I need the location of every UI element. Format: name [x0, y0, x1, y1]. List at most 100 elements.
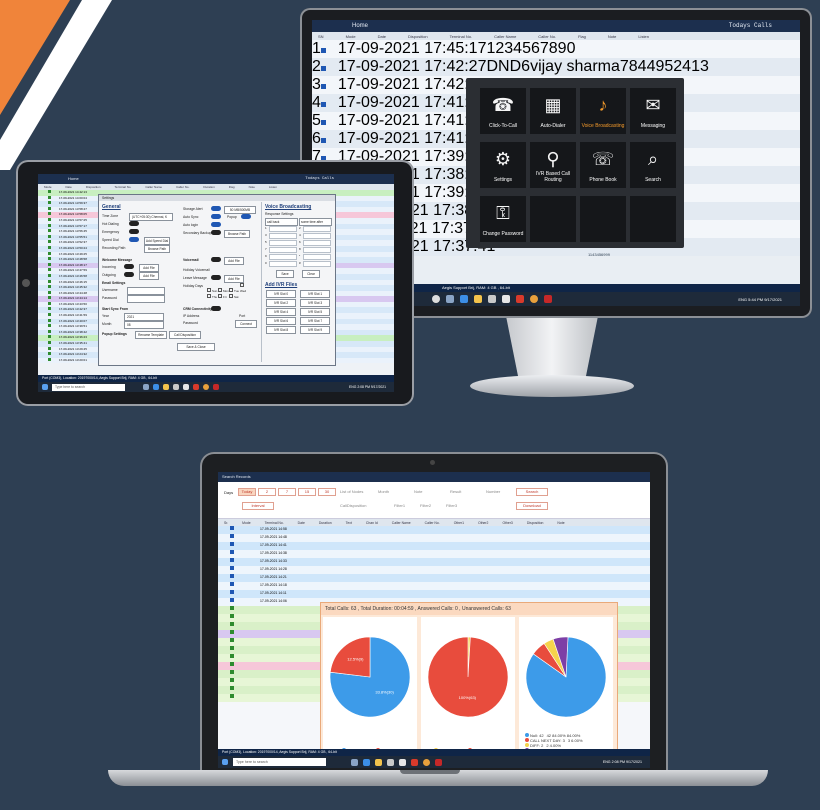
hot-dialing-toggle[interactable]: [129, 221, 139, 226]
monitor-column-header[interactable]: Mode: [346, 34, 356, 39]
tablet-column-header[interactable]: Listen: [269, 185, 277, 189]
year-select[interactable]: 2021: [124, 313, 164, 321]
store-icon[interactable]: [387, 758, 394, 766]
tablet-column-header[interactable]: Disposition: [86, 185, 101, 189]
records-column-header[interactable]: Sr.: [224, 521, 228, 525]
menu-tile-phone-book[interactable]: ☏ Phone Book: [580, 142, 626, 188]
leave-message-toggle[interactable]: [211, 275, 221, 280]
app-red-icon[interactable]: [516, 295, 524, 303]
tablet-column-header[interactable]: Duration: [203, 185, 214, 189]
ivr-slot-button[interactable]: IVR Slot 8: [266, 326, 296, 334]
records-column-header[interactable]: Terminal No.: [265, 521, 284, 525]
leave-message-add-file-button[interactable]: Add File: [224, 275, 244, 283]
response-key-field[interactable]: [303, 260, 331, 267]
response-key-field[interactable]: [269, 253, 297, 260]
list-of-nodes-select[interactable]: List of Nodes: [340, 489, 363, 494]
response-key-field[interactable]: [303, 225, 331, 232]
filter-field-number[interactable]: Number: [486, 489, 500, 494]
response-key-field[interactable]: [303, 246, 331, 253]
menu-tile-voice-broadcasting[interactable]: ♪ Voice Broadcasting: [580, 88, 626, 134]
filter-field-filter3[interactable]: Filter3: [446, 503, 457, 508]
windows-start-icon[interactable]: [42, 384, 48, 390]
record-row[interactable]: 17-09-2021 14:18: [218, 582, 650, 590]
response-key-field[interactable]: [269, 260, 297, 267]
crm-connectivity-toggle[interactable]: [211, 306, 221, 311]
storage-value-field[interactable]: 50 MB/500MB: [224, 206, 256, 214]
filter-field-note[interactable]: Note: [414, 489, 422, 494]
crm-connect-button[interactable]: Connect: [235, 320, 257, 328]
ivr-slot-button[interactable]: IVR Slot 7: [300, 317, 330, 325]
chrome-icon[interactable]: [530, 295, 538, 303]
day-button-30[interactable]: 30: [318, 488, 336, 496]
dialer-app-icon[interactable]: [213, 384, 219, 390]
monitor-column-header[interactable]: SN: [318, 34, 324, 39]
dialer-app-icon[interactable]: [435, 758, 442, 766]
record-row[interactable]: 17-09-2021 14:28: [218, 566, 650, 574]
records-column-header[interactable]: Other3: [502, 521, 512, 525]
records-column-header[interactable]: Disposition: [527, 521, 544, 525]
records-column-header[interactable]: Mode: [242, 521, 250, 525]
response-key-field[interactable]: [269, 239, 297, 246]
speed-dial-toggle[interactable]: [129, 237, 139, 242]
save-close-button[interactable]: Save & Close: [177, 343, 215, 351]
day-button-15[interactable]: 15: [298, 488, 316, 496]
day-button-today[interactable]: Today: [238, 488, 256, 496]
tablet-column-header[interactable]: Terminal No.: [115, 185, 132, 189]
folder-icon[interactable]: [163, 384, 169, 390]
popup-toggle[interactable]: [241, 214, 251, 219]
response-key-field[interactable]: [303, 232, 331, 239]
monitor-column-header[interactable]: Caller Name: [494, 34, 516, 39]
tablet-column-header[interactable]: Caller Name: [145, 185, 162, 189]
voicemail-add-file-button[interactable]: Add File: [224, 257, 244, 265]
records-column-header[interactable]: Caller Name: [392, 521, 411, 525]
edge-icon[interactable]: [460, 295, 468, 303]
record-row[interactable]: 17-09-2021 14:11: [218, 590, 650, 598]
tablet-column-header[interactable]: Date: [66, 185, 72, 189]
incoming-add-file-button[interactable]: Add File: [139, 264, 159, 272]
monitor-column-header[interactable]: Note: [608, 34, 616, 39]
outgoing-add-file-button[interactable]: Add File: [139, 272, 159, 280]
filter-field-month[interactable]: Month: [378, 489, 389, 494]
filter-field-result[interactable]: Result: [450, 489, 461, 494]
emergency-toggle[interactable]: [129, 229, 139, 234]
menu-tile-change-password[interactable]: ⚿ Change Password: [480, 196, 526, 242]
filter-field-filter2[interactable]: Filter2: [420, 503, 431, 508]
windows-search-icon[interactable]: [432, 295, 440, 303]
rename-template-button[interactable]: Rename Template: [135, 331, 167, 339]
monitor-column-header[interactable]: Disposition: [408, 34, 428, 39]
task-view-icon[interactable]: [446, 295, 454, 303]
chrome-icon[interactable]: [423, 758, 430, 766]
records-column-header[interactable]: Text: [346, 521, 352, 525]
ivr-slot-button[interactable]: IVR Slot 0: [266, 290, 296, 298]
edge-icon[interactable]: [363, 758, 370, 766]
monitor-column-header[interactable]: Caller No.: [538, 34, 556, 39]
monitor-column-header[interactable]: Terminal No.: [450, 34, 472, 39]
menu-tile-search[interactable]: ⌕ Search: [630, 142, 676, 188]
menu-tile-messaging[interactable]: ✉ Messaging: [630, 88, 676, 134]
monitor-call-row[interactable]: 2 17-09-2021 17:42:27DND6vijay sharma7844…: [312, 58, 800, 76]
password-field[interactable]: [127, 295, 165, 303]
secondary-backup-toggle[interactable]: [211, 230, 221, 235]
chrome-icon[interactable]: [203, 384, 209, 390]
call-disposition-button[interactable]: Call Disposition: [169, 331, 201, 339]
ivr-slot-button[interactable]: IVR Slot 6: [266, 317, 296, 325]
response-key-field[interactable]: [269, 232, 297, 239]
outgoing-toggle[interactable]: [124, 272, 134, 277]
menu-tile-settings[interactable]: ⚙ Settings: [480, 142, 526, 188]
record-row[interactable]: 17-09-2021 14:58: [218, 526, 650, 534]
store-icon[interactable]: [488, 295, 496, 303]
holiday-day-checkbox[interactable]: Fri: [218, 294, 229, 300]
day-button-2[interactable]: 2: [258, 488, 276, 496]
holiday-day-checkbox[interactable]: Wed: [240, 283, 251, 294]
monitor-column-header[interactable]: Flag: [578, 34, 586, 39]
response-key-field[interactable]: [303, 239, 331, 246]
records-column-header[interactable]: Chan Id: [366, 521, 378, 525]
month-select[interactable]: 08: [124, 321, 164, 329]
menu-tile-auto-dialer[interactable]: ▦ Auto-Dialer: [530, 88, 576, 134]
mail-icon[interactable]: [183, 384, 189, 390]
taskbar-search-input[interactable]: Type here to search: [233, 758, 326, 766]
pie-slice-unanswered-[interactable]: [427, 636, 509, 718]
records-column-header[interactable]: Duration: [319, 521, 332, 525]
auto-login-toggle[interactable]: [211, 222, 221, 227]
folder-icon[interactable]: [375, 758, 382, 766]
